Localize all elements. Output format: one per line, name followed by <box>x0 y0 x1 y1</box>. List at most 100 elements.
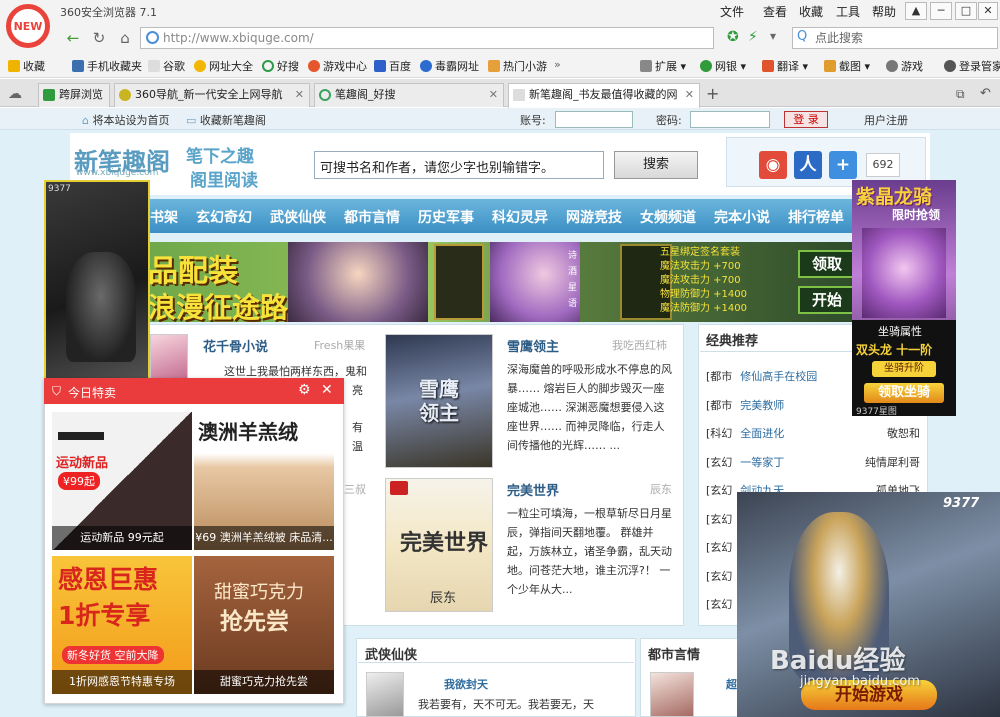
book-cover-urban[interactable] <box>650 672 694 717</box>
bookmark-mobile[interactable]: 手机收藏夹 <box>72 58 142 74</box>
bookmark-games[interactable]: 游戏中心 <box>308 58 367 74</box>
menu-view[interactable]: 查看 <box>763 3 787 20</box>
item-title[interactable]: 修仙高手在校园 <box>740 370 817 383</box>
book-title-huaqiangu[interactable]: 花千骨小说 <box>203 336 268 355</box>
bookmark-google[interactable]: 谷歌 <box>148 58 185 74</box>
menu-tools[interactable]: 工具 <box>836 3 860 20</box>
banner-claim-button[interactable]: 领取 <box>798 250 852 278</box>
bookmark-duba[interactable]: 毒霸网址 <box>420 58 479 74</box>
nav-urban[interactable]: 都市言情 <box>344 207 400 227</box>
tool-bank[interactable]: 网银 ▾ <box>700 58 746 74</box>
register-link[interactable]: 用户注册 <box>864 112 908 128</box>
cloud-icon[interactable]: ☁ <box>8 86 22 102</box>
section-urban-heading[interactable]: 都市言情 <box>648 644 700 663</box>
nav-completed[interactable]: 完本小说 <box>714 207 770 227</box>
tab-haosou[interactable]: 笔趣阁_好搜 ✕ <box>314 83 504 107</box>
classic-list-item[interactable]: [玄幻 一等家丁 纯情犀利哥 <box>706 454 924 470</box>
tool-games[interactable]: 游戏 <box>886 58 923 74</box>
popup-close-icon[interactable]: ✕ <box>321 382 333 398</box>
deal-cell-blanket[interactable]: 澳洲羊羔绒 ¥69 澳洲羊羔绒被 床品清... <box>194 412 334 550</box>
tool-translate[interactable]: 翻译 ▾ <box>762 58 808 74</box>
book-cover-woyufengtian[interactable] <box>366 672 404 717</box>
book-title-xueying[interactable]: 雪鹰领主 <box>507 336 559 355</box>
deal-cell-thanksgiving[interactable]: 感恩巨惠 1折专享 新冬好货 空前大降 1折网感恩节特惠专场 <box>52 556 192 694</box>
book-cover-xueying[interactable]: 雪鹰领主 <box>385 334 493 468</box>
tab-close-icon[interactable]: ✕ <box>295 84 304 106</box>
item-title[interactable]: 完美教师 <box>740 399 784 412</box>
tab-close-icon[interactable]: ✕ <box>685 84 694 106</box>
password-input[interactable] <box>690 111 770 128</box>
new-tab-button[interactable]: + <box>706 84 719 103</box>
banner-start-button[interactable]: 开始 <box>798 286 852 314</box>
bookmark-favorites[interactable]: 收藏 <box>8 58 45 74</box>
book-desc-woyufengtian: 我若要有，天不可无。我若要无，天 <box>418 698 594 711</box>
right-ad-upgrade-button[interactable]: 坐骑升阶 <box>872 361 936 377</box>
menu-favorites[interactable]: 收藏 <box>799 3 823 20</box>
tab-360-navigation[interactable]: 360导航_新一代安全上网导航 ✕ <box>114 83 310 107</box>
book-cover-huaqiangu[interactable] <box>150 334 188 382</box>
banner-ad[interactable]: 品配装 浪漫征途路 诗酒星语 五星绑定签名套装 魔法攻击力 +700 魔法攻击力… <box>148 242 852 322</box>
nav-rankings[interactable]: 排行榜单 <box>788 207 844 227</box>
tool-screenshot[interactable]: 截图 ▾ <box>824 58 870 74</box>
bookmark-site-link[interactable]: ▭ 收藏新笔趣阁 <box>186 112 266 128</box>
home-icon[interactable]: ⌂ <box>114 28 136 48</box>
nav-fantasy[interactable]: 玄幻奇幻 <box>196 207 252 227</box>
item-title[interactable]: 全面进化 <box>740 427 784 440</box>
nav-history[interactable]: 历史军事 <box>418 207 474 227</box>
item-title[interactable]: 一等家丁 <box>740 456 784 469</box>
undo-icon[interactable]: ↶ <box>980 86 991 101</box>
section-wuxia-heading[interactable]: 武侠仙侠 <box>365 644 417 663</box>
nav-scifi[interactable]: 科幻灵异 <box>492 207 548 227</box>
account-input[interactable] <box>555 111 633 128</box>
menu-file[interactable]: 文件 <box>720 3 744 20</box>
nav-female[interactable]: 女频频道 <box>640 207 696 227</box>
share-plus-icon[interactable]: + <box>829 151 857 179</box>
nav-gaming[interactable]: 网游竞技 <box>566 207 622 227</box>
tool-extensions[interactable]: 扩展 ▾ <box>640 58 686 74</box>
tab-xbiquge[interactable]: 新笔趣阁_书友最值得收藏的网 ✕ <box>508 83 700 108</box>
right-ad-claim-button[interactable]: 领取坐骑 <box>864 383 944 403</box>
nav-wuxia[interactable]: 武侠仙侠 <box>270 207 326 227</box>
bookmark-haosou[interactable]: 好搜 <box>262 58 299 74</box>
minimize-button[interactable]: ─ <box>930 2 952 20</box>
more-bookmarks-icon[interactable]: » <box>554 58 561 71</box>
login-button[interactable]: 登 录 <box>784 111 828 128</box>
cover-title: 雪鹰领主 <box>419 377 459 425</box>
bookmark-urls[interactable]: 网址大全 <box>194 58 253 74</box>
book-title-wanmei[interactable]: 完美世界 <box>507 480 559 499</box>
weibo-icon[interactable]: ◉ <box>759 151 787 179</box>
classic-list-item[interactable]: [科幻 全面进化 敬恕和 <box>706 425 924 441</box>
star-icon <box>8 60 20 72</box>
nav-bookshelf[interactable]: 书架 <box>150 207 178 227</box>
address-bar[interactable]: http://www.xbiquge.com/ <box>140 27 714 49</box>
menu-help[interactable]: 帮助 <box>872 3 896 20</box>
refresh-icon[interactable]: ↻ <box>88 28 110 48</box>
tab-restore-icon[interactable]: ⧉ <box>956 87 965 102</box>
book-title-woyufengtian[interactable]: 我欲封天 <box>444 676 488 692</box>
tool-login-manager[interactable]: 登录管家 <box>944 58 1000 74</box>
browser-logo[interactable]: NEW <box>6 4 50 48</box>
tab-close-icon[interactable]: ✕ <box>489 84 498 106</box>
left-float-ad[interactable]: 9377 <box>44 180 150 385</box>
site-search-button[interactable]: 搜索 <box>614 151 698 179</box>
bookmark-baidu[interactable]: 百度 <box>374 58 411 74</box>
back-icon[interactable]: ← <box>62 28 84 48</box>
deal-cell-sports[interactable]: 运动新品 ¥99起 运动新品 99元起 <box>52 412 192 550</box>
tab-cross-screen[interactable]: 跨屏浏览 <box>38 83 110 107</box>
site-search-input[interactable]: 可搜书名和作者，请您少字也别输错字。 <box>314 151 604 179</box>
renren-icon[interactable]: 人 <box>794 151 822 179</box>
speed-mode-icon[interactable]: ⚡ <box>748 29 758 45</box>
maximize-button[interactable]: □ <box>955 2 977 20</box>
skin-icon[interactable]: ▲ <box>905 2 927 20</box>
book-cover-wanmei[interactable]: 完美世界 辰东 <box>385 478 493 612</box>
bookmark-minigames[interactable]: 热门小游 <box>488 58 547 74</box>
close-window-button[interactable]: ✕ <box>978 2 998 20</box>
deal-cell-chocolate[interactable]: 甜蜜巧克力 抢先尝 甜蜜巧克力抢先尝 <box>194 556 334 694</box>
browser-search-input[interactable]: 点此搜索 <box>792 27 998 49</box>
dropdown-icon[interactable]: ▾ <box>770 29 776 43</box>
book-title-urban[interactable]: 超 <box>726 676 737 692</box>
set-homepage-link[interactable]: ⌂ 将本站设为首页 <box>82 112 169 128</box>
settings-icon[interactable]: ⚙ <box>298 382 311 398</box>
right-float-ad[interactable]: 紫晶龙骑 限时抢领 坐骑属性 双头龙 十一阶 坐骑升阶 领取坐骑 9377星图 <box>852 180 956 416</box>
security-shield-icon[interactable]: ✪ <box>727 29 739 45</box>
